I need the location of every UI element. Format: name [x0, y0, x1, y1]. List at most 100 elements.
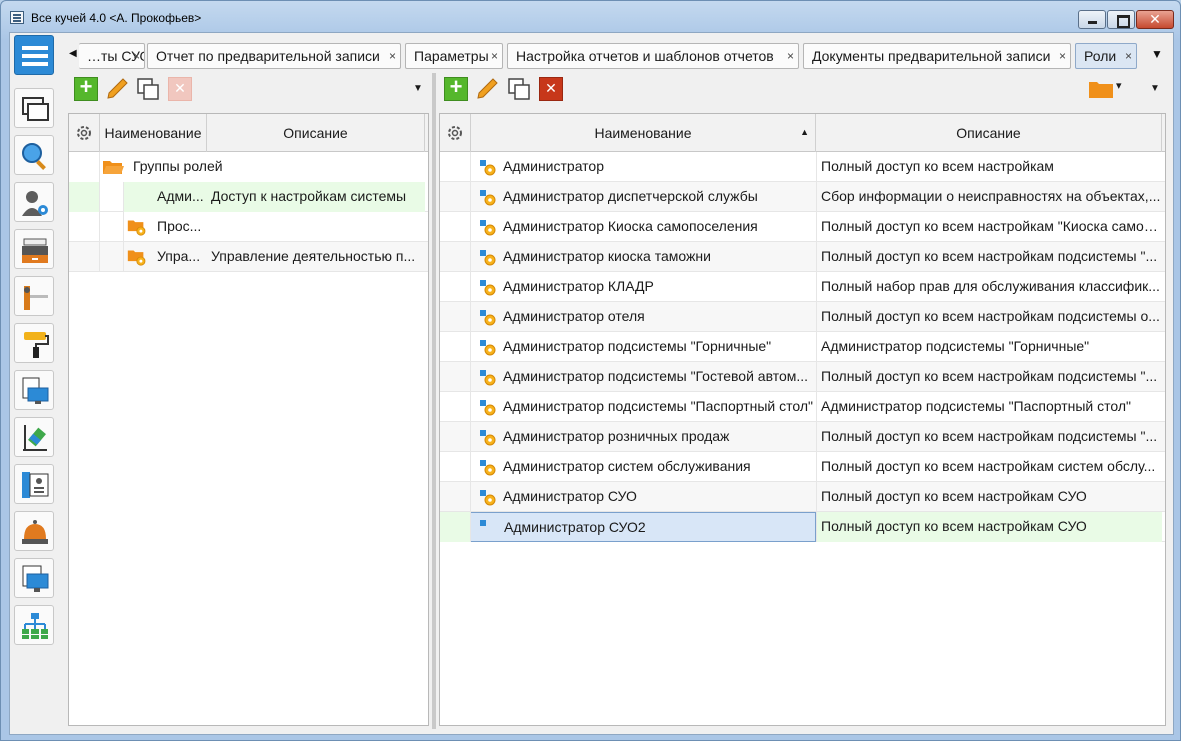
tab-label: Отчет по предварительной записи: [156, 48, 380, 64]
role-description: Полный доступ ко всем настройкам СУО: [816, 512, 1162, 542]
column-settings-icon[interactable]: [75, 124, 93, 142]
tab-parameters[interactable]: Параметры ×: [405, 43, 503, 69]
barrier-button[interactable]: [14, 276, 54, 316]
row-name: Адми...: [123, 182, 207, 212]
menu-icon: [22, 46, 48, 66]
role-row[interactable]: Администратор подсистемы "Гостевой автом…: [440, 362, 1165, 392]
role-name: Администратор розничных продаж: [503, 428, 730, 444]
role-row[interactable]: Администратор отеля Полный доступ ко всем…: [440, 302, 1165, 332]
minimize-button[interactable]: [1078, 10, 1106, 29]
folder-icon: [1089, 82, 1113, 98]
service-bell-button[interactable]: [14, 511, 54, 551]
column-name-header[interactable]: Наименование: [99, 114, 207, 152]
add-role-button[interactable]: [444, 74, 468, 101]
org-chart-button[interactable]: [14, 605, 54, 645]
search-button[interactable]: [14, 135, 54, 175]
id-book-button[interactable]: [14, 464, 54, 504]
tree-group-root[interactable]: Группы ролей: [69, 152, 428, 182]
cash-register-icon: [22, 238, 48, 263]
edit-group-button[interactable]: [105, 77, 129, 101]
eraser-button[interactable]: [14, 417, 54, 457]
tab-close-icon[interactable]: ×: [491, 44, 498, 68]
tab-list-dropdown-icon[interactable]: ▼: [1151, 47, 1163, 61]
right-toolbar: ▾ ▼: [439, 73, 1167, 105]
users-button[interactable]: [14, 182, 54, 222]
column-desc-header[interactable]: Описание: [207, 114, 425, 152]
column-desc-header[interactable]: Описание: [816, 114, 1162, 152]
tab-close-icon[interactable]: ×: [389, 44, 396, 68]
role-settings-icon: [480, 250, 496, 266]
role-row[interactable]: Администратор киоска таможни Полный досту…: [440, 242, 1165, 272]
app-window: Все кучей 4.0 <А. Прокофьев> ✕ ◀ …ты СУО…: [0, 0, 1181, 741]
role-row[interactable]: Администратор систем обслуживания Полный …: [440, 452, 1165, 482]
role-settings-icon: [480, 370, 496, 386]
role-row[interactable]: Администратор СУО Полный доступ ко всем н…: [440, 482, 1165, 512]
role-description: Администратор подсистемы "Горничные": [816, 332, 1162, 362]
maximize-button[interactable]: [1107, 10, 1135, 29]
tab-report-settings[interactable]: Настройка отчетов и шаблонов отчетов ×: [507, 43, 799, 69]
left-options-dropdown-icon[interactable]: ▼: [413, 83, 423, 94]
tab-close-icon[interactable]: ×: [133, 44, 140, 68]
left-toolbar: ▼: [68, 73, 430, 105]
tab-close-icon[interactable]: ×: [1059, 44, 1066, 68]
role-settings-icon: [480, 430, 496, 446]
role-name: Администратор подсистемы "Паспортный сто…: [503, 398, 814, 414]
folder-filter-button[interactable]: ▾: [1088, 77, 1124, 101]
window-title: Все кучей 4.0 <А. Прокофьев>: [31, 11, 202, 25]
org-chart-icon: [22, 613, 48, 639]
service-bell-icon: [22, 520, 48, 544]
paint-roller-icon: [24, 332, 49, 358]
copy-group-button[interactable]: [136, 77, 160, 101]
role-row[interactable]: Администратор КЛАДР Полный набор прав для…: [440, 272, 1165, 302]
role-row[interactable]: Администратор Киоска самопоселения Полный…: [440, 212, 1165, 242]
copy-icon: [508, 78, 530, 100]
book-id-icon: [22, 472, 49, 498]
tab-suo[interactable]: …ты СУО ×: [79, 43, 145, 69]
delete-group-button[interactable]: [168, 77, 192, 101]
barrier-icon: [24, 286, 48, 310]
role-name: Администратор отеля: [503, 308, 645, 324]
tab-preliminary-report[interactable]: Отчет по предварительной записи ×: [147, 43, 401, 69]
panel-splitter[interactable]: [432, 73, 436, 729]
tab-preliminary-documents[interactable]: Документы предварительной записи ×: [803, 43, 1071, 69]
close-window-button[interactable]: ✕: [1136, 10, 1174, 29]
role-row[interactable]: Администратор подсистемы "Горничные" Адми…: [440, 332, 1165, 362]
role-description: Полный доступ ко всем настройкам подсист…: [816, 242, 1162, 272]
roles-grid: Наименование ▲ Описание Администратор Пол…: [439, 113, 1166, 726]
role-settings-icon: [480, 160, 496, 176]
monitor-list-button[interactable]: [14, 558, 54, 598]
role-name: Администратор КЛАДР: [503, 278, 654, 294]
paint-roller-button[interactable]: [14, 323, 54, 363]
delete-role-button[interactable]: [539, 77, 563, 101]
role-settings-icon: [480, 340, 496, 356]
role-row[interactable]: Администратор Полный доступ ко всем настр…: [440, 152, 1165, 182]
menu-button[interactable]: [14, 35, 54, 75]
role-description: Полный доступ ко всем настройкам "Киоска…: [816, 212, 1162, 242]
tab-close-icon[interactable]: ×: [1125, 44, 1132, 68]
eraser-icon: [23, 425, 47, 451]
role-row[interactable]: Администратор диспетчерской службы Сбор и…: [440, 182, 1165, 212]
role-row[interactable]: Администратор СУО2 Полный доступ ко всем …: [440, 512, 1165, 542]
tab-roles[interactable]: Роли ×: [1075, 43, 1137, 69]
role-description: Полный доступ ко всем настройкам подсист…: [816, 422, 1162, 452]
column-settings-icon[interactable]: [446, 124, 464, 142]
tab-scroll-left-icon[interactable]: ◀: [69, 48, 77, 59]
add-group-button[interactable]: [74, 74, 98, 101]
role-description: Полный доступ ко всем настройкам: [816, 152, 1162, 182]
role-settings-icon: [480, 220, 496, 236]
role-name: Администратор Киоска самопоселения: [503, 218, 758, 234]
copy-role-button[interactable]: [507, 77, 531, 101]
windows-button[interactable]: [14, 88, 54, 128]
monitor-document-button[interactable]: [14, 370, 54, 410]
right-options-dropdown-icon[interactable]: ▼: [1150, 83, 1160, 94]
app-icon: [10, 11, 24, 24]
tab-label: Роли: [1084, 48, 1117, 64]
role-settings-icon: [480, 190, 496, 206]
role-row[interactable]: Администратор подсистемы "Паспортный сто…: [440, 392, 1165, 422]
role-name: Администратор киоска таможни: [503, 248, 711, 264]
cash-register-button[interactable]: [14, 229, 54, 269]
role-row[interactable]: Администратор розничных продаж Полный дос…: [440, 422, 1165, 452]
column-name-header[interactable]: Наименование ▲: [470, 114, 816, 152]
tab-close-icon[interactable]: ×: [787, 44, 794, 68]
edit-role-button[interactable]: [475, 77, 499, 101]
